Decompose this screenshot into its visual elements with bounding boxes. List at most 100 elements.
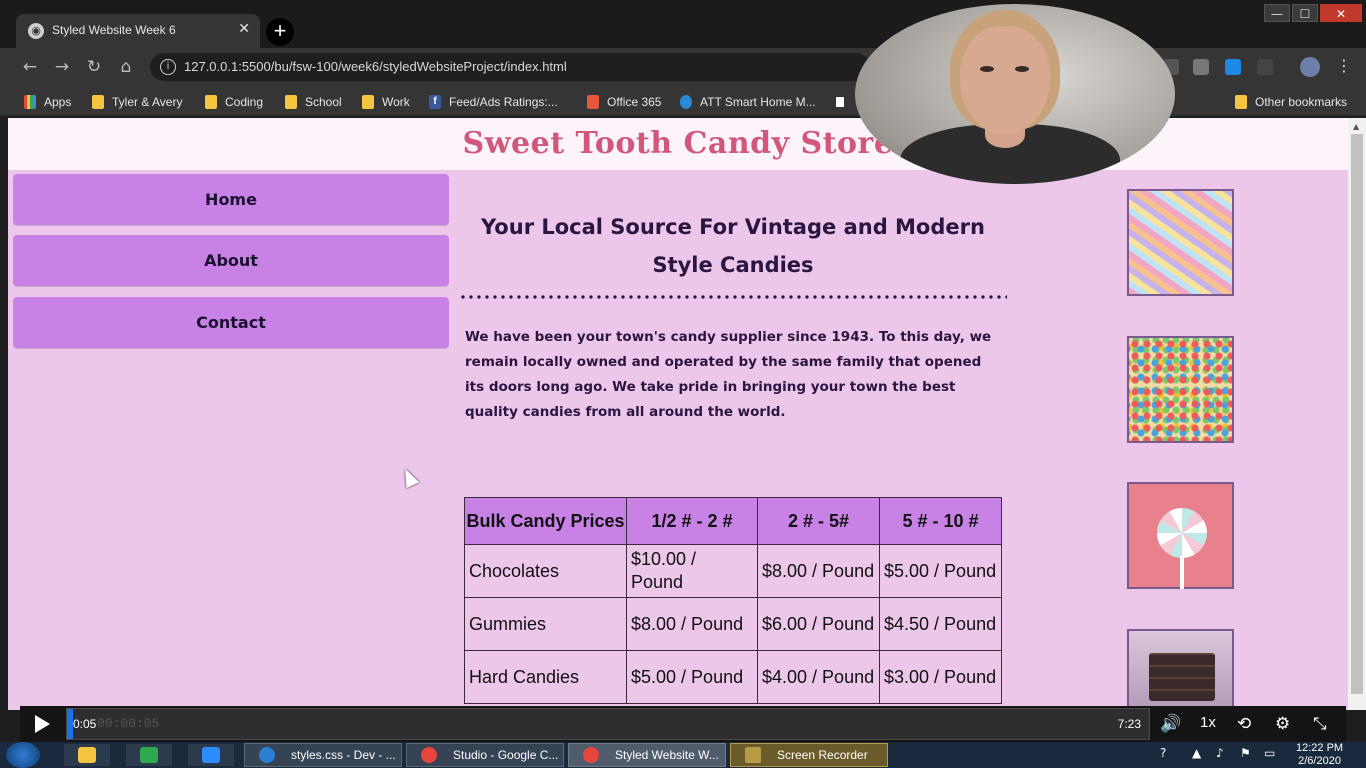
office-icon [587,95,599,109]
exit-fullscreen-icon[interactable]: ⤡ [1313,714,1327,734]
recorder-timecode: 00:00:05 [97,716,160,731]
play-icon[interactable] [35,715,50,733]
nav-about-button[interactable]: About [13,235,449,286]
tab-close-icon[interactable]: ✕ [238,21,250,37]
app-icon [140,747,158,763]
jelly-beans-image [1127,336,1234,443]
taskbar-pin[interactable] [64,744,110,766]
back-icon[interactable]: ← [19,56,41,78]
chrome-icon [583,747,599,763]
folder-icon [205,95,217,109]
taskbar-pin[interactable] [126,744,172,766]
table-cell: $6.00 / Pound [757,597,880,651]
cart-icon[interactable] [1257,59,1273,75]
nav-home-button[interactable]: Home [13,174,449,225]
bookmark-apps[interactable]: Apps [24,93,71,111]
extension-icon[interactable] [1193,59,1209,75]
clock[interactable]: 12:22 PM 2/6/2020 [1296,742,1343,768]
table-header: 2 # - 5# [757,497,880,545]
table-cell: $8.00 / Pound [626,597,758,651]
maximize-button[interactable]: ☐ [1292,4,1318,22]
window-close-button[interactable]: ✕ [1320,4,1362,22]
reload-icon[interactable]: ↻ [83,56,105,78]
table-cell: Gummies [464,597,627,651]
web-page: Sweet Tooth Candy Store Home About Conta… [8,118,1348,710]
table-cell: $4.50 / Pound [879,597,1002,651]
taskbar-window[interactable]: Screen Recorder [730,743,888,767]
scroll-up-icon[interactable]: ▲ [1353,122,1359,131]
seek-bar[interactable]: 00:00:05 0:05 7:23 [66,708,1150,740]
globe-icon: ◉ [28,23,44,39]
minimize-button[interactable]: — [1264,4,1290,22]
forward-icon[interactable]: → [51,56,73,78]
table-row: Hard Candies $5.00 / Pound $4.00 / Pound… [464,650,1002,704]
bookmark-folder[interactable]: Tyler & Avery [92,93,182,111]
webcam-eye [1015,66,1029,72]
scrollbar-thumb[interactable] [1351,134,1363,694]
file-explorer-icon [78,747,96,763]
sour-straws-image [1127,189,1234,296]
dotted-divider [459,294,1007,300]
chocolate-stack [1149,653,1215,701]
image-icon [834,95,846,109]
lollipop-image [1127,482,1234,589]
table-cell: Hard Candies [464,650,627,704]
bookmark-folder[interactable]: Coding [205,93,263,111]
volume-icon[interactable]: 🔊 [1160,714,1181,734]
url-text: 127.0.0.1:5500/bu/fsw-100/week6/styledWe… [184,59,567,74]
taskbar-window[interactable]: Styled Website W... [568,743,726,767]
table-cell: $5.00 / Pound [626,650,758,704]
info-icon[interactable]: i [160,59,176,75]
settings-icon[interactable]: ⚙ [1275,714,1290,734]
taskbar-pin[interactable] [188,744,234,766]
folder-icon [92,95,104,109]
chocolate-bar-image [1127,629,1234,710]
lollipop-stick [1180,556,1184,589]
table-cell: $3.00 / Pound [879,650,1002,704]
browser-tab[interactable]: ◉ Styled Website Week 6 ✕ [16,14,260,48]
bookmark-other[interactable]: Other bookmarks [1235,93,1347,111]
bookmark-link[interactable]: Office 365 [587,93,661,111]
table-cell: Chocolates [464,544,627,598]
table-row: Chocolates $10.00 / Pound $8.00 / Pound … [464,544,1002,598]
facebook-icon: f [429,95,441,109]
speaker-icon[interactable]: ♪ [1216,746,1224,760]
new-tab-button[interactable]: + [266,18,294,46]
taskbar-window[interactable]: styles.css - Dev - ... [244,743,402,767]
headline: Your Local Source For Vintage and Modern… [481,215,985,277]
bookmark-folder[interactable]: Work [362,93,410,111]
bookmark-link[interactable] [834,93,854,111]
webcam-eye [980,66,994,72]
profile-avatar[interactable] [1300,57,1320,77]
help-icon[interactable]: ? [1160,746,1166,760]
table-cell: $8.00 / Pound [757,544,880,598]
address-bar[interactable]: i 127.0.0.1:5500/bu/fsw-100/week6/styled… [150,53,870,81]
table-header-row: Bulk Candy Prices 1/2 # - 2 # 2 # - 5# 5… [464,497,1002,545]
loop-icon[interactable]: ⟲ [1237,714,1251,734]
taskbar-window[interactable]: Studio - Google C... [406,743,564,767]
start-button[interactable] [6,742,40,768]
table-cell: $5.00 / Pound [879,544,1002,598]
playback-speed-button[interactable]: 1x [1200,714,1216,731]
menu-icon[interactable]: ⋮ [1336,56,1352,75]
bookmark-link[interactable]: ATT Smart Home M... [680,93,816,111]
video-player-controls: 00:00:05 0:05 7:23 🔊 1x ⟲ ⚙ ⤡ [20,706,1346,742]
lollipop-swirl [1157,508,1207,558]
cloud-icon[interactable] [1225,59,1241,75]
chrome-icon [421,747,437,763]
current-time: 0:05 [73,717,97,731]
flag-icon[interactable]: ⚑ [1240,746,1251,760]
bookmark-link[interactable]: f Feed/Ads Ratings:... [429,93,558,111]
clock-date: 2/6/2020 [1298,755,1341,767]
folder-icon [362,95,374,109]
table-row: Gummies $8.00 / Pound $6.00 / Pound $4.5… [464,597,1002,651]
table-cell: $10.00 / Pound [626,544,758,598]
table-header: 1/2 # - 2 # [626,497,758,545]
tray-expand-icon[interactable]: ▲ [1192,746,1201,760]
page-scrollbar[interactable]: ▲ [1348,118,1366,710]
vscode-icon [259,747,275,763]
nav-contact-button[interactable]: Contact [13,297,449,348]
bookmark-folder[interactable]: School [285,93,342,111]
home-icon[interactable]: ⌂ [115,56,137,78]
network-icon[interactable]: ▭ [1264,746,1275,760]
